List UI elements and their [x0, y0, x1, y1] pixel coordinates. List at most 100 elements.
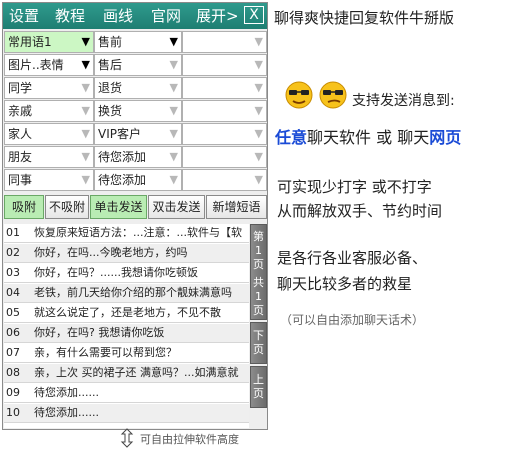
prev-page-button[interactable]: 上 页	[250, 366, 267, 408]
dropdown-arrow-icon[interactable]: ▼	[170, 124, 178, 144]
phrase-item[interactable]: 07 亲，有什么需要可以帮到您？	[4, 344, 249, 363]
dropdown-arrow-icon[interactable]: ▼	[255, 32, 263, 52]
dropdown-arrow-icon[interactable]: ▼	[255, 101, 263, 121]
dropdown-arrow-icon[interactable]: ▼	[170, 170, 178, 190]
dropdown-arrow-icon[interactable]: ▼	[82, 55, 90, 75]
phrase-text: 老铁，前几天给你介绍的那个靓妹满意吗	[34, 286, 232, 299]
category-cell[interactable]: ▼	[182, 146, 267, 168]
dropdown-arrow-icon[interactable]: ▼	[255, 78, 263, 98]
dropdown-arrow-icon[interactable]: ▼	[82, 101, 90, 121]
category-label: 朋友	[8, 150, 33, 164]
resize-arrow-icon[interactable]	[119, 428, 135, 448]
chat-target-text: 聊天软件 或 聊天	[307, 128, 430, 147]
phrase-item[interactable]: 03 你好，在吗？......我想请你吃顿饭	[4, 264, 249, 283]
category-cell[interactable]: 待您添加 ▼	[94, 146, 182, 168]
phrase-item[interactable]: 02 你好，在吗...今晚老地方，约吗	[4, 244, 249, 263]
category-label: 退货	[98, 81, 123, 95]
category-cell[interactable]: 售后 ▼	[94, 54, 182, 76]
dropdown-arrow-icon[interactable]: ▼	[82, 147, 90, 167]
app-root: 设置 教程 画线 官网 展开> X 常用语1 ▼ 售前 ▼ ▼ 图片..表情 ▼ 售后…	[0, 0, 506, 450]
dropdown-arrow-icon[interactable]: ▼	[170, 32, 178, 52]
category-label: 同事	[8, 173, 33, 187]
category-cell[interactable]: 售前 ▼	[94, 31, 182, 53]
next-page-char: 页	[253, 343, 264, 356]
dropdown-arrow-icon[interactable]: ▼	[170, 101, 178, 121]
category-cell[interactable]: 图片..表情 ▼	[4, 54, 94, 76]
dropdown-arrow-icon[interactable]: ▼	[255, 147, 263, 167]
feature-line-1: 可实现少打字 或不打字	[277, 178, 432, 196]
add-phrase-button[interactable]: 新增短语	[206, 195, 267, 219]
dropdown-arrow-icon[interactable]: ▼	[255, 170, 263, 190]
phrase-number: 07	[6, 346, 20, 359]
menu-website[interactable]: 官网	[151, 3, 181, 29]
category-cell[interactable]: 同学 ▼	[4, 77, 94, 99]
single-click-send-button[interactable]: 单击发送	[90, 195, 147, 219]
phrase-item[interactable]: 08 亲，上次 买的裙子还 满意吗？...如满意就	[4, 364, 249, 383]
menu-draw-line[interactable]: 画线	[103, 3, 133, 29]
dropdown-arrow-icon[interactable]: ▼	[170, 55, 178, 75]
menu-settings[interactable]: 设置	[9, 3, 39, 29]
category-cell[interactable]: 待您添加 ▼	[94, 169, 182, 191]
menu-expand[interactable]: 展开>	[196, 3, 239, 29]
close-button[interactable]: X	[244, 6, 264, 24]
phrase-number: 10	[6, 406, 20, 419]
category-label: 常用语1	[8, 35, 52, 49]
next-page-button[interactable]: 下 页	[250, 322, 267, 364]
phrase-number: 03	[6, 266, 20, 279]
category-cell[interactable]: ▼	[182, 77, 267, 99]
category-label: 售前	[98, 35, 123, 49]
page-info-char: 共	[253, 276, 264, 289]
category-cell[interactable]: 亲戚 ▼	[4, 100, 94, 122]
double-click-send-button[interactable]: 双击发送	[148, 195, 205, 219]
category-cell[interactable]: 同事 ▼	[4, 169, 94, 191]
dropdown-arrow-icon[interactable]: ▼	[82, 170, 90, 190]
smirk-face-icon	[319, 81, 347, 109]
category-cell[interactable]: ▼	[182, 123, 267, 145]
chat-target-line: 任意聊天软件 或 聊天网页	[275, 124, 461, 148]
phrase-item[interactable]: 09 待您添加......	[4, 384, 249, 403]
dropdown-arrow-icon[interactable]: ▼	[170, 78, 178, 98]
category-row: 家人 ▼ VIP客户 ▼ ▼	[4, 123, 267, 145]
category-row: 朋友 ▼ 待您添加 ▼ ▼	[4, 146, 267, 168]
category-cell[interactable]: 换货 ▼	[94, 100, 182, 122]
category-cell[interactable]: ▼	[182, 31, 267, 53]
dropdown-arrow-icon[interactable]: ▼	[82, 78, 90, 98]
dropdown-arrow-icon[interactable]: ▼	[82, 32, 90, 52]
next-page-char: 下	[253, 329, 264, 342]
category-cell[interactable]: VIP客户 ▼	[94, 123, 182, 145]
phrase-number: 04	[6, 286, 20, 299]
pager: 第 1 页 共 1 页 下 页 上 页	[250, 224, 267, 428]
phrase-item[interactable]: 06 你好，在吗? 我想请你吃饭	[4, 324, 249, 343]
category-cell[interactable]: ▼	[182, 54, 267, 76]
phrase-text: 你好，在吗? 我想请你吃饭	[34, 326, 165, 339]
category-row: 同事 ▼ 待您添加 ▼ ▼	[4, 169, 267, 191]
dropdown-arrow-icon[interactable]: ▼	[255, 55, 263, 75]
category-cell[interactable]: ▼	[182, 169, 267, 191]
phrase-text: 待您添加......	[34, 386, 99, 399]
category-cell[interactable]: 退货 ▼	[94, 77, 182, 99]
category-cell[interactable]: ▼	[182, 100, 267, 122]
support-text: 支持发送消息到:	[352, 93, 455, 109]
dropdown-arrow-icon[interactable]: ▼	[255, 124, 263, 144]
category-label: 家人	[8, 127, 33, 141]
category-label: 待您添加	[98, 150, 147, 164]
category-label: 亲戚	[8, 104, 33, 118]
dock-button[interactable]: 吸附	[4, 195, 44, 219]
phrase-number: 05	[6, 306, 20, 319]
menu-tutorial[interactable]: 教程	[55, 3, 85, 29]
phrase-item[interactable]: 05 就这么说定了，还是老地方，不见不散	[4, 304, 249, 323]
category-grid: 常用语1 ▼ 售前 ▼ ▼ 图片..表情 ▼ 售后 ▼ ▼ 同学 ▼ 退货 ▼ ▼ 亲戚 ▼ …	[4, 31, 267, 191]
category-row: 常用语1 ▼ 售前 ▼ ▼	[4, 31, 267, 53]
category-cell[interactable]: 朋友 ▼	[4, 146, 94, 168]
phrase-item[interactable]: 04 老铁，前几天给你介绍的那个靓妹满意吗	[4, 284, 249, 303]
category-cell[interactable]: 家人 ▼	[4, 123, 94, 145]
dropdown-arrow-icon[interactable]: ▼	[170, 147, 178, 167]
phrase-item[interactable]: 01 恢复原来短语方法：...注意：...软件与【软	[4, 224, 249, 243]
page-info-char: 1	[255, 290, 262, 303]
cool-face-icon	[285, 81, 313, 109]
undock-button[interactable]: 不吸附	[45, 195, 89, 219]
phrase-item[interactable]: 10 待您添加......	[4, 404, 249, 423]
dropdown-arrow-icon[interactable]: ▼	[82, 124, 90, 144]
category-cell[interactable]: 常用语1 ▼	[4, 31, 94, 53]
category-label: 待您添加	[98, 173, 147, 187]
